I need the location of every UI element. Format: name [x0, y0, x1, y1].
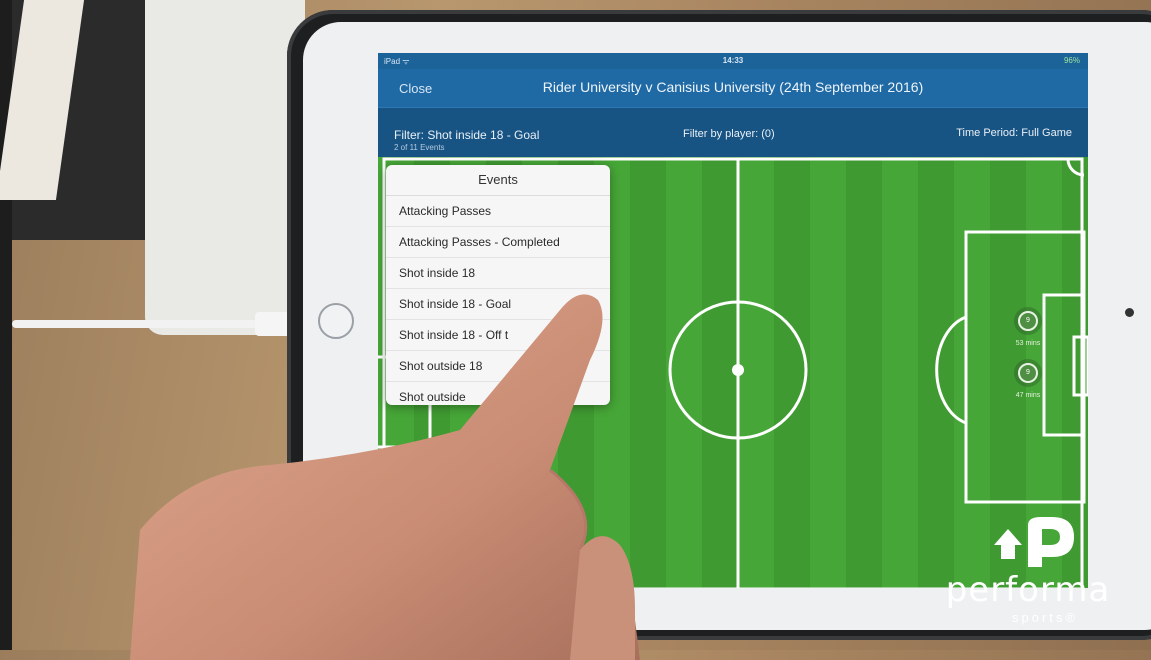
- battery-indicator: 96%: [1063, 56, 1080, 65]
- match-title: Rider University v Canisius University (…: [542, 79, 924, 95]
- shot-marker[interactable]: 9: [1018, 363, 1038, 383]
- hand-photo: [130, 294, 640, 660]
- player-filter-button[interactable]: Filter by player: (0): [683, 128, 775, 140]
- goal-area-right: [1042, 293, 1086, 437]
- time-period-button[interactable]: Time Period: Full Game: [956, 127, 1072, 139]
- performa-sports-logo: performa sports®: [938, 515, 1118, 625]
- navigation-bar: Close Rider University v Canisius Univer…: [378, 69, 1088, 107]
- event-option-label: Attacking Passes - Completed: [399, 235, 560, 249]
- penalty-arc-right: [935, 315, 967, 425]
- logo-subtitle: sports®: [1012, 610, 1078, 625]
- shot-time-label: 53 mins: [1015, 340, 1041, 347]
- event-option-label: Shot inside 18: [399, 266, 476, 280]
- event-count: 2 of 11 Events: [394, 143, 445, 152]
- shot-time-label: 47 mins: [1015, 392, 1041, 399]
- event-filter-button[interactable]: Filter: Shot inside 18 - Goal: [394, 128, 539, 142]
- filter-bar: Filter: Shot inside 18 - Goal 2 of 11 Ev…: [378, 107, 1088, 158]
- shot-marker[interactable]: 9: [1018, 311, 1038, 331]
- logo-wordmark: performa: [945, 570, 1111, 610]
- center-spot: [732, 364, 744, 376]
- clock: 14:33: [722, 56, 744, 65]
- event-option[interactable]: Attacking Passes: [386, 196, 610, 227]
- front-camera: [1125, 308, 1134, 317]
- performa-logo-icon: [994, 517, 1074, 567]
- event-option[interactable]: Attacking Passes - Completed: [386, 227, 610, 258]
- status-bar: iPad ᯤ 14:33 96%: [378, 53, 1088, 69]
- events-popover-title: Events: [386, 165, 610, 196]
- event-option-label: Attacking Passes: [399, 204, 492, 218]
